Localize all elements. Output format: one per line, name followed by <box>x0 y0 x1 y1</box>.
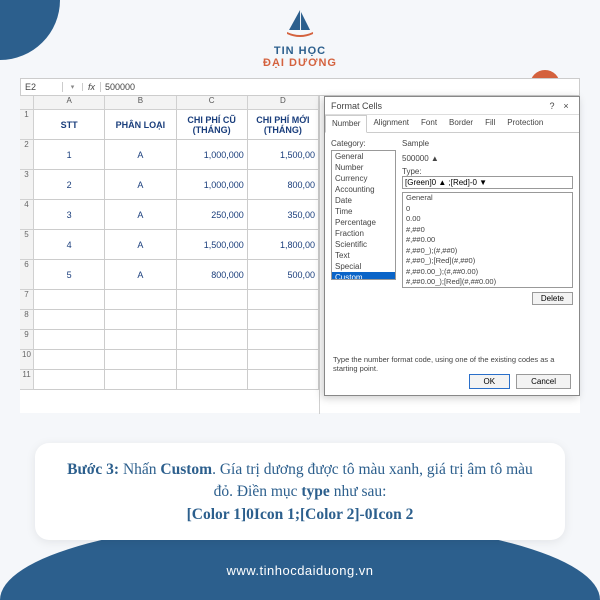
step-label: Bước 3: <box>67 461 119 478</box>
data-cell[interactable]: 1 <box>34 140 105 170</box>
row-head[interactable]: 2 <box>20 140 34 170</box>
formula-value[interactable]: 500000 <box>101 82 579 92</box>
category-item[interactable]: Percentage <box>332 217 395 228</box>
data-cell[interactable]: 1,000,000 <box>177 170 248 200</box>
category-item[interactable]: Custom <box>332 272 395 280</box>
help-icon[interactable]: ? <box>545 101 559 111</box>
brand-line2: ĐẠI DƯƠNG <box>263 57 337 69</box>
excel-screenshot: E2 ▾ fx 500000 A B C D 1 STT PHÂN LOẠI C… <box>20 78 580 413</box>
category-item[interactable]: Scientific <box>332 239 395 250</box>
data-cell[interactable]: 1,000,000 <box>177 140 248 170</box>
hint-text: Type the number format code, using one o… <box>325 355 579 373</box>
data-cell[interactable]: 1,500,00 <box>248 140 319 170</box>
namebox-dropdown-icon[interactable]: ▾ <box>63 83 83 91</box>
category-item[interactable]: Number <box>332 162 395 173</box>
category-list[interactable]: GeneralNumberCurrencyAccountingDateTimeP… <box>331 150 396 280</box>
format-item[interactable]: #,##0_);(#,##0) <box>403 246 572 257</box>
tab-number[interactable]: Number <box>325 115 367 133</box>
format-list[interactable]: General00.00#,##0#,##0.00#,##0_);(#,##0)… <box>402 192 573 288</box>
format-item[interactable]: #,##0.00 <box>403 235 572 246</box>
fx-icon[interactable]: fx <box>83 82 101 92</box>
data-cell[interactable]: 800,00 <box>248 170 319 200</box>
data-cell[interactable]: A <box>105 260 176 290</box>
data-cell[interactable]: 4 <box>34 230 105 260</box>
header-cell[interactable]: CHI PHÍ MỚI (THÁNG) <box>248 110 319 140</box>
category-label: Category: <box>331 139 396 148</box>
website-url: www.tinhocdaiduong.vn <box>226 563 373 578</box>
type-input[interactable] <box>402 176 573 189</box>
data-cell[interactable]: A <box>105 200 176 230</box>
formula-bar: E2 ▾ fx 500000 <box>20 78 580 96</box>
tab-font[interactable]: Font <box>415 115 443 132</box>
category-item[interactable]: Date <box>332 195 395 206</box>
category-item[interactable]: Currency <box>332 173 395 184</box>
header-cell[interactable]: CHI PHÍ CŨ (THÁNG) <box>177 110 248 140</box>
delete-button[interactable]: Delete <box>532 292 573 305</box>
close-icon[interactable]: × <box>559 101 573 111</box>
brand-line1: TIN HỌC <box>263 45 337 57</box>
sample-value: 500000 ▲ <box>402 152 573 167</box>
tab-fill[interactable]: Fill <box>479 115 501 132</box>
tab-alignment[interactable]: Alignment <box>367 115 415 132</box>
row-head[interactable]: 3 <box>20 170 34 200</box>
category-item[interactable]: General <box>332 151 395 162</box>
ok-button[interactable]: OK <box>469 374 511 389</box>
category-item[interactable]: Fraction <box>332 228 395 239</box>
data-cell[interactable]: 800,000 <box>177 260 248 290</box>
row-head[interactable]: 6 <box>20 260 34 290</box>
category-item[interactable]: Text <box>332 250 395 261</box>
col-head[interactable]: B <box>105 96 176 110</box>
data-cell[interactable]: 350,00 <box>248 200 319 230</box>
data-cell[interactable]: 500,00 <box>248 260 319 290</box>
data-cell[interactable]: A <box>105 140 176 170</box>
category-item[interactable]: Special <box>332 261 395 272</box>
sailboat-icon <box>263 8 337 45</box>
type-label: Type: <box>402 167 573 176</box>
data-cell[interactable]: 250,000 <box>177 200 248 230</box>
data-cell[interactable]: 5 <box>34 260 105 290</box>
col-head[interactable]: C <box>177 96 248 110</box>
header-cell[interactable]: PHÂN LOẠI <box>105 110 176 140</box>
format-cells-dialog: Format Cells ? × Number Alignment Font B… <box>324 96 580 396</box>
format-code: [Color 1]0Icon 1;[Color 2]-0Icon 2 <box>187 506 414 523</box>
tab-border[interactable]: Border <box>443 115 479 132</box>
col-head[interactable]: D <box>248 96 319 110</box>
format-item[interactable]: #,##0.00_);[Red](#,##0.00) <box>403 277 572 288</box>
format-item[interactable]: #,##0.00_);(#,##0.00) <box>403 267 572 278</box>
format-item[interactable]: General <box>403 193 572 204</box>
format-item[interactable]: 0 <box>403 204 572 215</box>
data-cell[interactable]: 1,500,000 <box>177 230 248 260</box>
row-head[interactable]: 5 <box>20 230 34 260</box>
col-head[interactable]: A <box>34 96 105 110</box>
dialog-title: Format Cells <box>331 101 382 111</box>
data-cell[interactable]: 2 <box>34 170 105 200</box>
category-item[interactable]: Time <box>332 206 395 217</box>
sample-label: Sample <box>402 139 573 148</box>
cancel-button[interactable]: Cancel <box>516 374 571 389</box>
format-item[interactable]: 0.00 <box>403 214 572 225</box>
data-cell[interactable]: 3 <box>34 200 105 230</box>
brand-logo: TIN HỌC ĐẠI DƯƠNG <box>263 8 337 69</box>
row-head[interactable]: 1 <box>20 110 34 140</box>
data-cell[interactable]: A <box>105 230 176 260</box>
data-cell[interactable]: A <box>105 170 176 200</box>
instruction-card: Bước 3: Nhấn Custom. Gía trị dương được … <box>35 443 565 540</box>
name-box[interactable]: E2 <box>21 82 63 92</box>
category-item[interactable]: Accounting <box>332 184 395 195</box>
row-head[interactable]: 4 <box>20 200 34 230</box>
spreadsheet-grid[interactable]: A B C D 1 STT PHÂN LOẠI CHI PHÍ CŨ (THÁN… <box>20 96 320 414</box>
format-item[interactable]: $#,##0_);($#,##0) <box>403 288 572 289</box>
tab-protection[interactable]: Protection <box>501 115 549 132</box>
format-item[interactable]: #,##0_);[Red](#,##0) <box>403 256 572 267</box>
format-item[interactable]: #,##0 <box>403 225 572 236</box>
dialog-tabs: Number Alignment Font Border Fill Protec… <box>325 115 579 133</box>
header-cell[interactable]: STT <box>34 110 105 140</box>
data-cell[interactable]: 1,800,00 <box>248 230 319 260</box>
